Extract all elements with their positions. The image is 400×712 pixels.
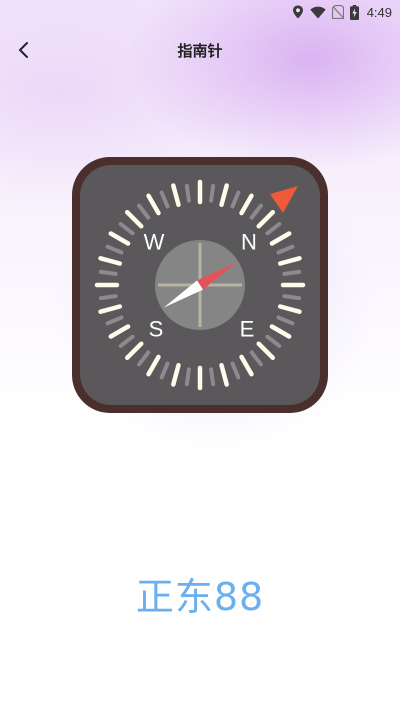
compass-graphic: N E S W [72, 157, 328, 413]
compass-label-south: S [149, 317, 164, 342]
compass-tick-minor [209, 367, 216, 387]
location-icon [292, 5, 304, 19]
compass-tick-minor [184, 367, 191, 387]
compass-tick-minor [282, 294, 302, 301]
battery-charging-icon [349, 4, 359, 20]
status-icons: 4:49 [292, 3, 392, 21]
compass-tick-minor [98, 269, 118, 276]
nav-bar: 指南针 [0, 30, 400, 74]
page-title: 指南针 [177, 42, 223, 60]
status-bar: 4:49 [0, 0, 400, 24]
direction-readout: 正东88 [135, 575, 265, 619]
compass-tick-minor [209, 183, 216, 203]
wifi-icon [309, 6, 326, 19]
compass-tick-minor [98, 294, 118, 301]
compass-label-north: N [241, 230, 257, 255]
compass-tick-minor [282, 269, 302, 276]
no-sim-icon [331, 5, 344, 19]
compass-tick-minor [184, 183, 191, 203]
compass-label-east: E [240, 317, 255, 342]
compass: N E S W [72, 157, 328, 413]
compass-label-west: W [144, 230, 165, 255]
status-time: 4:49 [366, 4, 392, 20]
compass-screen: 4:49 指南针 N E S W 正东88 [0, 0, 400, 712]
